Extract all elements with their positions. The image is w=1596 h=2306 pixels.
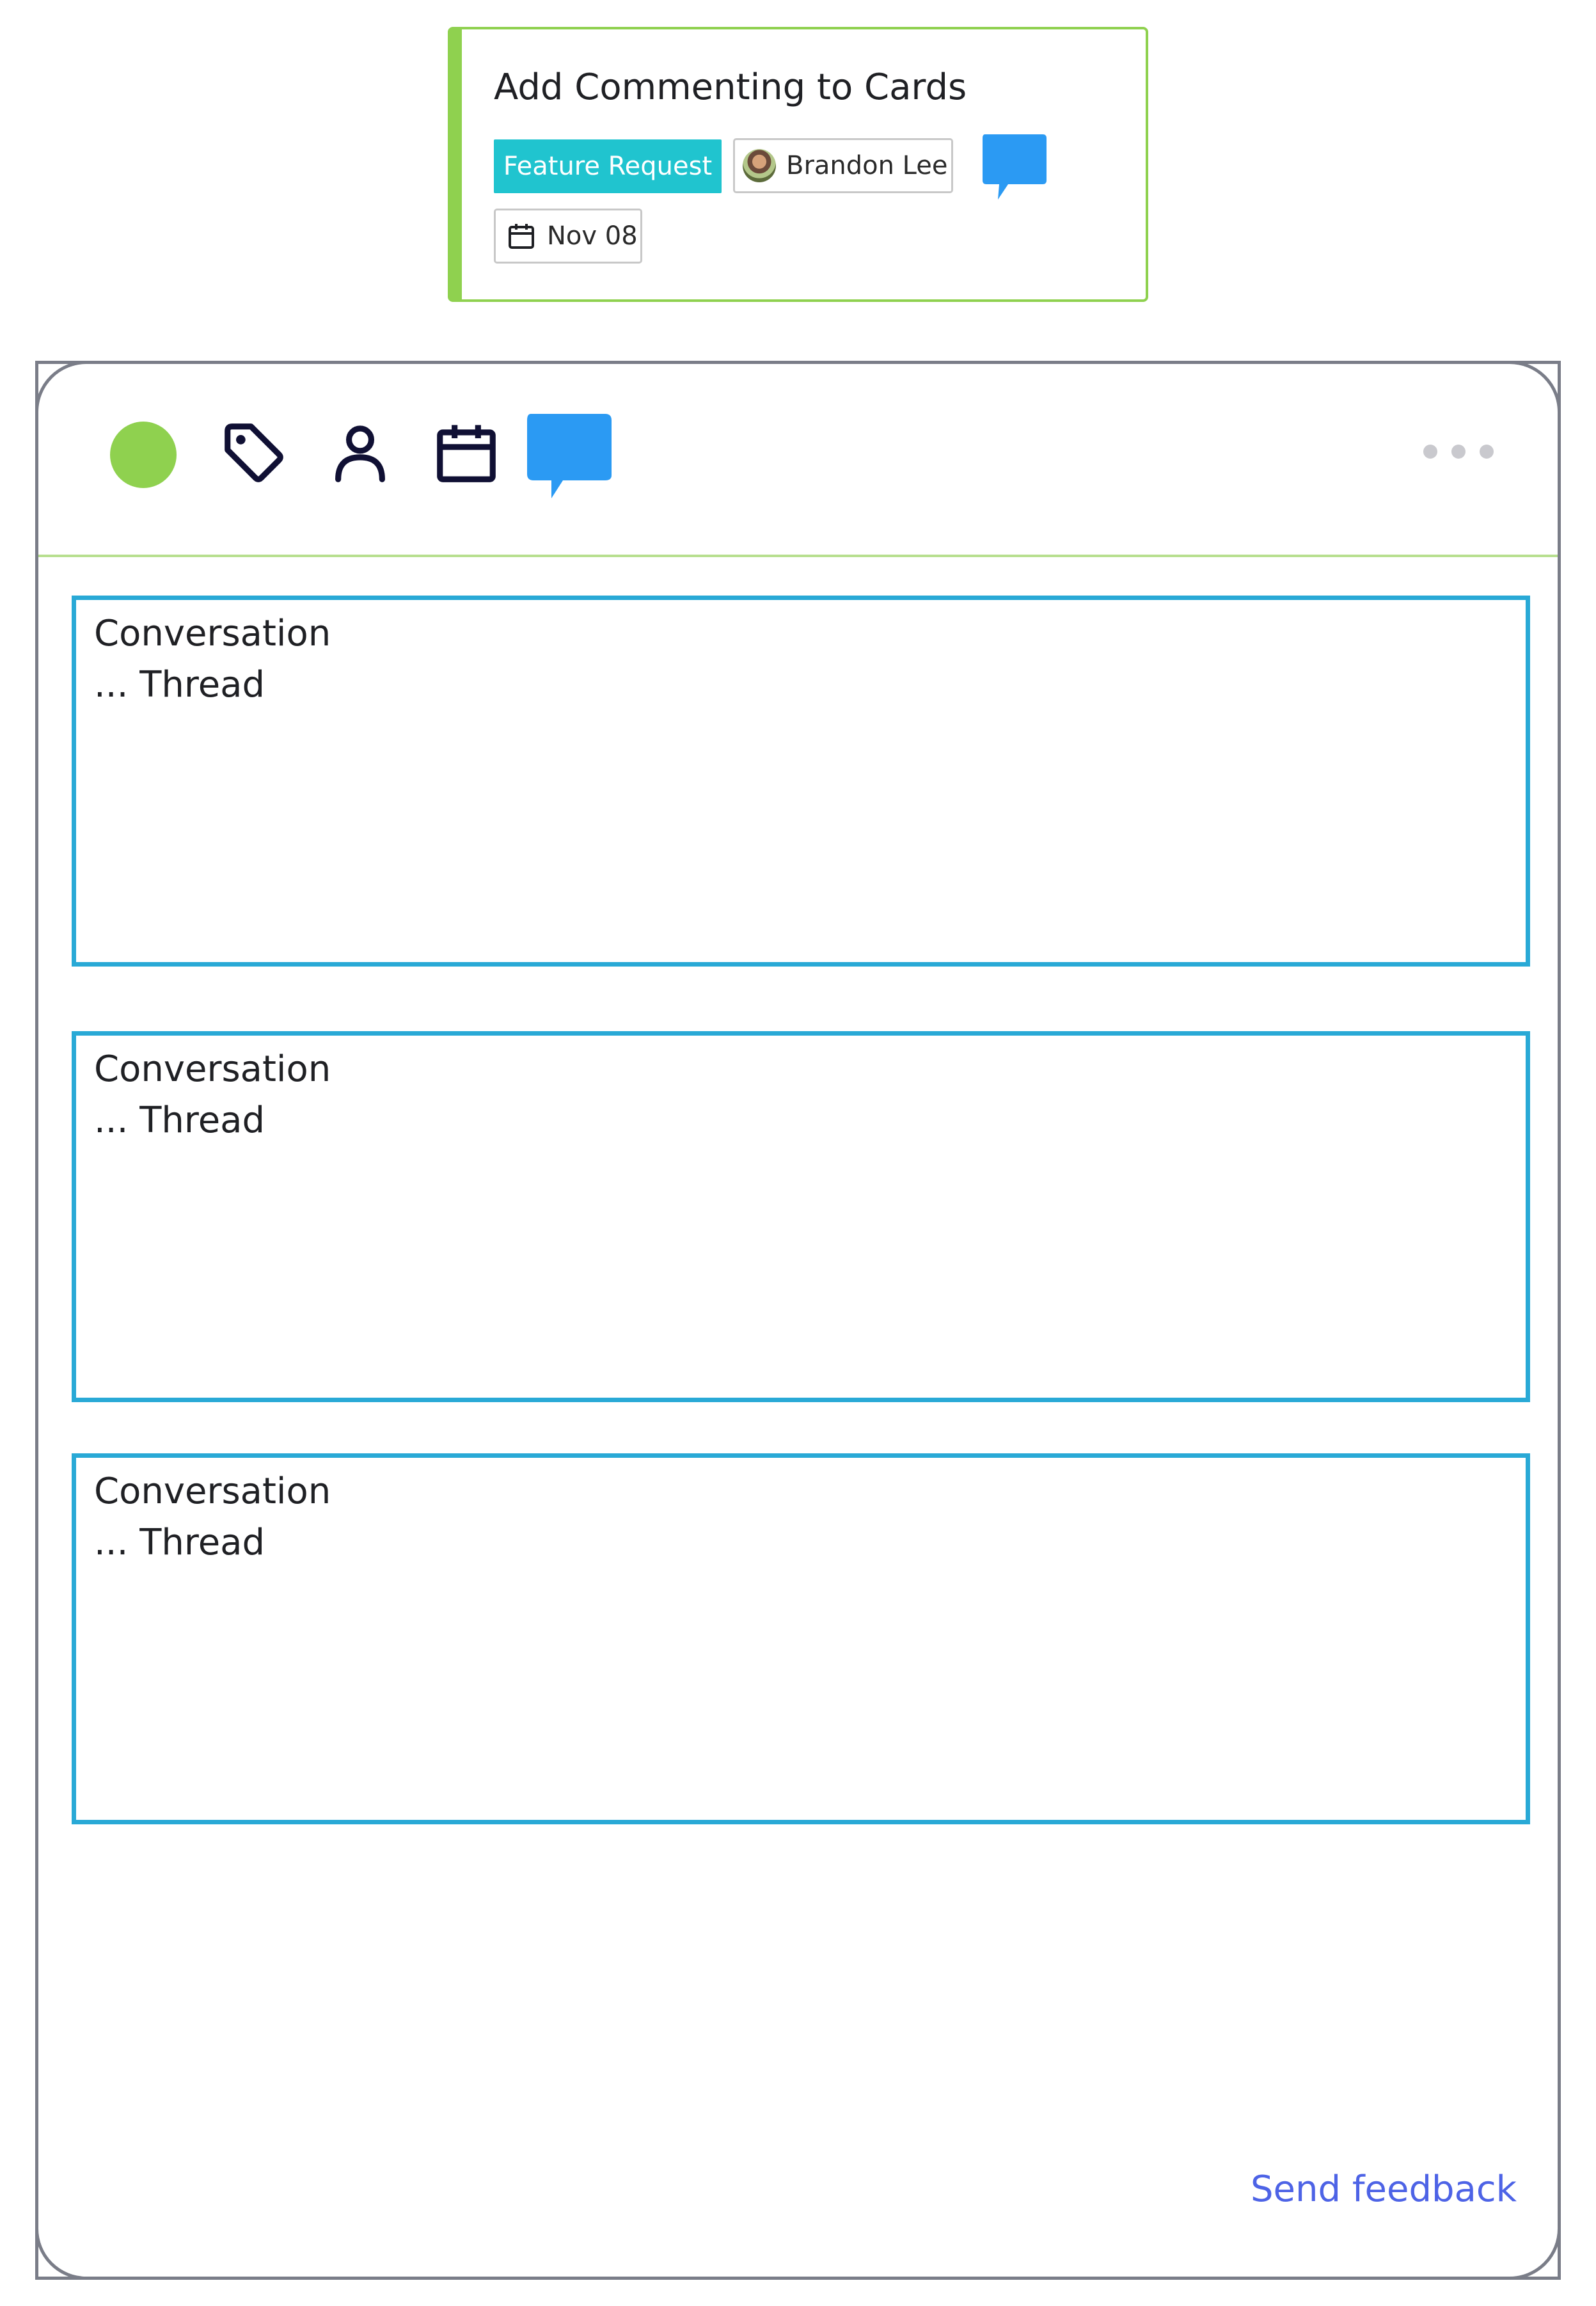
thread-subtitle: ... Thread [94,1522,265,1563]
avatar [743,149,776,182]
more-options-icon[interactable] [1423,442,1494,461]
card-title: Add Commenting to Cards [494,67,967,108]
status-dot[interactable] [110,422,177,488]
card[interactable]: Add Commenting to Cards Feature Request … [448,27,1148,302]
thread-title: Conversation [94,1048,331,1090]
card-detail-panel: Conversation ... Thread Conversation ...… [35,361,1561,2280]
assignee-chip[interactable]: Brandon Lee [733,138,953,193]
speech-bubble-icon[interactable] [525,411,614,503]
send-feedback-link[interactable]: Send feedback [1251,2168,1517,2210]
speech-bubble-icon[interactable] [980,132,1050,205]
tag-icon[interactable] [219,418,289,491]
thread-subtitle: ... Thread [94,1100,265,1141]
user-icon[interactable] [325,418,395,491]
panel-toolbar [38,364,1558,556]
toolbar-divider [38,555,1558,557]
due-date: Nov 08 [547,221,638,251]
due-date-chip[interactable]: Nov 08 [494,209,642,264]
tag-feature-request[interactable]: Feature Request [494,139,722,193]
thread-title: Conversation [94,1471,331,1512]
assignee-name: Brandon Lee [786,151,948,180]
thread-title: Conversation [94,613,331,654]
conversation-thread[interactable]: Conversation ... Thread [72,1031,1530,1402]
calendar-icon [509,224,534,249]
thread-subtitle: ... Thread [94,664,265,706]
conversation-thread[interactable]: Conversation ... Thread [72,596,1530,967]
conversation-thread[interactable]: Conversation ... Thread [72,1453,1530,1824]
calendar-icon[interactable] [431,418,502,491]
